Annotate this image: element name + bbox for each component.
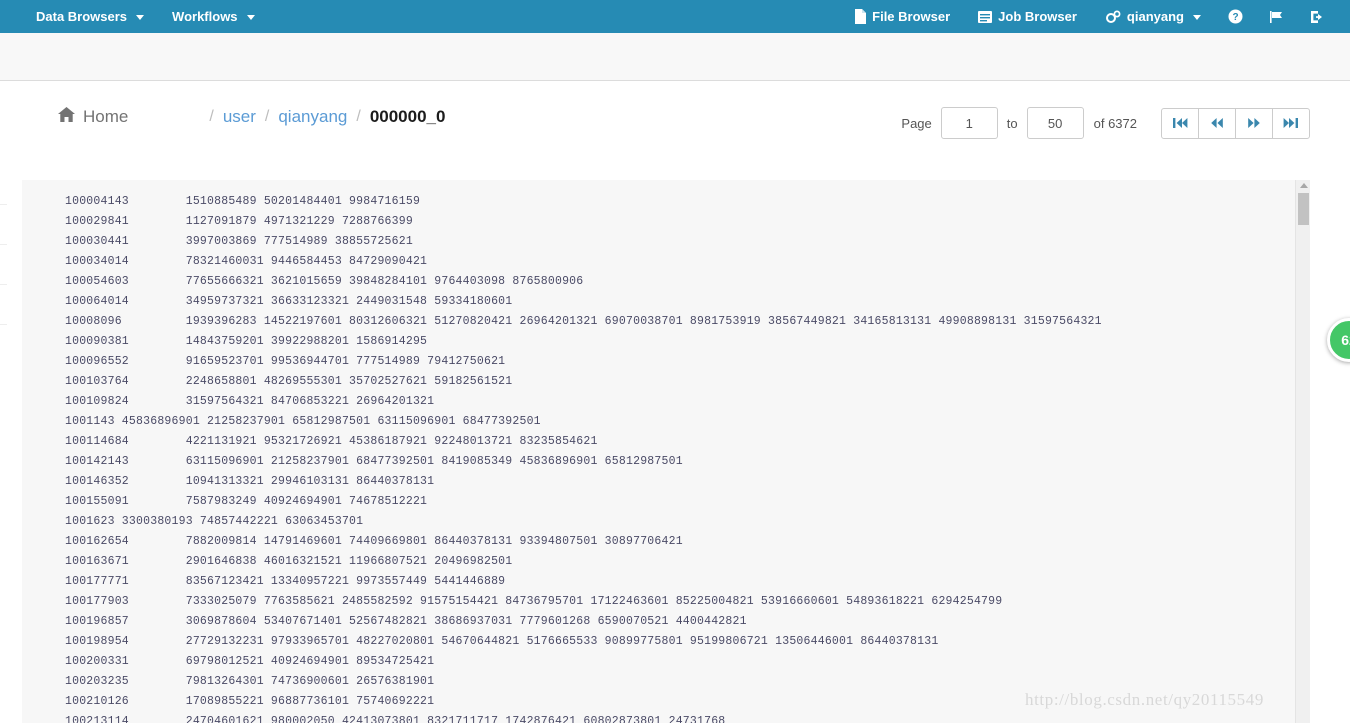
breadcrumb-item-current: 000000_0 <box>369 107 446 126</box>
next-page-button[interactable] <box>1235 107 1273 139</box>
file-content-line: 100109824 31597564321 84706853221 269642… <box>65 395 435 408</box>
pager-page-label: Page <box>901 115 932 131</box>
breadcrumb-item-user[interactable]: user <box>223 107 256 127</box>
chevron-down-icon <box>136 15 145 20</box>
file-content-line: 100177771 83567123421 13340957221 997355… <box>65 575 506 588</box>
file-content-line: 100162654 7882009814 14791469601 7440966… <box>65 535 683 548</box>
logout-icon <box>1310 10 1325 24</box>
file-content-line: 100210126 17089855221 96887736101 757406… <box>65 695 435 708</box>
breadcrumb: Home / user / qianyang / 000000_0 <box>58 107 445 127</box>
skip-to-end-icon <box>1283 117 1299 129</box>
file-content-lines: 100004143 1510885489 50201484401 9984716… <box>22 180 1310 723</box>
fast-forward-icon <box>1246 117 1262 129</box>
file-content-line: 100146352 10941313321 29946103131 864403… <box>65 475 435 488</box>
scrollbar-thumb[interactable] <box>1298 193 1309 225</box>
nav-item-file-browser[interactable]: File Browser <box>840 0 964 33</box>
top-navbar: Data Browsers Workflows File Browser Job… <box>0 0 1350 33</box>
pagination-button-group <box>1161 107 1310 139</box>
file-content-line: 100196857 3069878604 53407671401 5256748… <box>65 615 747 628</box>
rewind-icon <box>1209 117 1225 129</box>
file-content-line: 100200331 69798012521 40924694901 895347… <box>65 655 435 668</box>
file-content-line: 100004143 1510885489 50201484401 9984716… <box>65 195 421 208</box>
file-content-line: 1001623 3300380193 74857442221 630634537… <box>65 515 364 528</box>
navbar-left-group: Data Browsers Workflows <box>22 0 269 33</box>
svg-text:?: ? <box>1232 12 1238 23</box>
file-content-line: 100064014 34959737321 36633123321 244903… <box>65 295 513 308</box>
list-icon <box>978 10 993 23</box>
pagination-controls: Page to of 6372 <box>901 107 1310 139</box>
breadcrumb-separator: / <box>209 108 214 125</box>
file-icon <box>854 9 867 24</box>
file-content-line: 100142143 63115096901 21258237901 684773… <box>65 455 683 468</box>
nav-item-user-menu[interactable]: qianyang <box>1091 0 1215 33</box>
nav-item-job-browser[interactable]: Job Browser <box>964 0 1091 33</box>
file-content-line: 100030441 3997003869 777514989 388557256… <box>65 235 413 248</box>
breadcrumb-home[interactable]: Home <box>58 107 128 127</box>
file-content-line: 100034014 78321460031 9446584453 8472909… <box>65 255 428 268</box>
previous-page-button[interactable] <box>1198 107 1236 139</box>
navbar-right-group: File Browser Job Browser qianyang ? <box>840 0 1338 33</box>
file-content-line: 100096552 91659523701 99536944701 777514… <box>65 355 506 368</box>
nav-item-data-browsers[interactable]: Data Browsers <box>22 0 158 33</box>
file-content-line: 100114684 4221131921 95321726921 4538618… <box>65 435 598 448</box>
vertical-scrollbar[interactable] <box>1295 180 1310 723</box>
notification-badge[interactable]: 62 <box>1327 318 1350 362</box>
flag-button[interactable] <box>1256 0 1297 33</box>
file-content-line: 10008096 1939396283 14522197601 80312606… <box>65 315 1102 328</box>
file-content-line: 100090381 14843759201 39922988201 158691… <box>65 335 428 348</box>
file-content-line: 100203235 79813264301 74736900601 265763… <box>65 675 435 688</box>
file-content-line: 100198954 27729132231 97933965701 482270… <box>65 635 939 648</box>
flag-icon <box>1269 10 1284 24</box>
file-content-line: 100163671 2901646838 46016321521 1196680… <box>65 555 513 568</box>
pager-to-label: to <box>1006 115 1018 131</box>
help-icon: ? <box>1228 9 1243 24</box>
file-content-line: 1001143 45836896901 21258237901 65812987… <box>65 415 541 428</box>
breadcrumb-item-qianyang[interactable]: qianyang <box>278 107 347 127</box>
gears-icon <box>1105 10 1121 24</box>
nav-item-user-menu-label: qianyang <box>1126 9 1184 24</box>
logout-button[interactable] <box>1297 0 1338 33</box>
breadcrumb-separator: / <box>356 108 361 125</box>
file-content-viewer[interactable]: 100004143 1510885489 50201484401 9984716… <box>22 180 1310 723</box>
left-gutter <box>0 180 22 723</box>
help-button[interactable]: ? <box>1215 0 1256 33</box>
file-content-line: 100155091 7587983249 40924694901 7467851… <box>65 495 428 508</box>
pager-total-label: of 6372 <box>1093 115 1137 131</box>
page-from-input[interactable] <box>940 107 998 139</box>
chevron-down-icon <box>1193 15 1201 20</box>
file-content-line: 100213114 24704601621 980002050 42413073… <box>65 715 726 723</box>
nav-item-file-browser-label: File Browser <box>872 9 951 24</box>
notification-badge-label: 62 <box>1341 332 1350 348</box>
first-page-button[interactable] <box>1161 107 1199 139</box>
skip-to-start-icon <box>1172 117 1188 129</box>
sub-header-bar <box>0 33 1350 81</box>
file-content-line: 100103764 2248658801 48269555301 3570252… <box>65 375 513 388</box>
breadcrumb-home-label: Home <box>83 107 129 126</box>
scroll-up-arrow-icon[interactable] <box>1300 183 1308 188</box>
file-content-line: 100029841 1127091879 4971321229 72887663… <box>65 215 413 228</box>
file-content-line: 100177903 7333025079 7763585621 24855825… <box>65 595 1003 608</box>
home-icon <box>58 107 75 127</box>
nav-item-workflows-label: Workflows <box>172 9 238 24</box>
page-to-input[interactable] <box>1026 107 1084 139</box>
file-content-line: 100054603 77655666321 3621015659 3984828… <box>65 275 584 288</box>
nav-item-data-browsers-label: Data Browsers <box>36 9 128 24</box>
breadcrumb-separator: / <box>264 108 270 125</box>
chevron-down-icon <box>246 15 255 20</box>
file-toolbar: Home / user / qianyang / 000000_0 Page t… <box>0 82 1350 174</box>
last-page-button[interactable] <box>1272 107 1310 139</box>
nav-item-job-browser-label: Job Browser <box>998 9 1077 24</box>
nav-item-workflows[interactable]: Workflows <box>158 0 269 33</box>
